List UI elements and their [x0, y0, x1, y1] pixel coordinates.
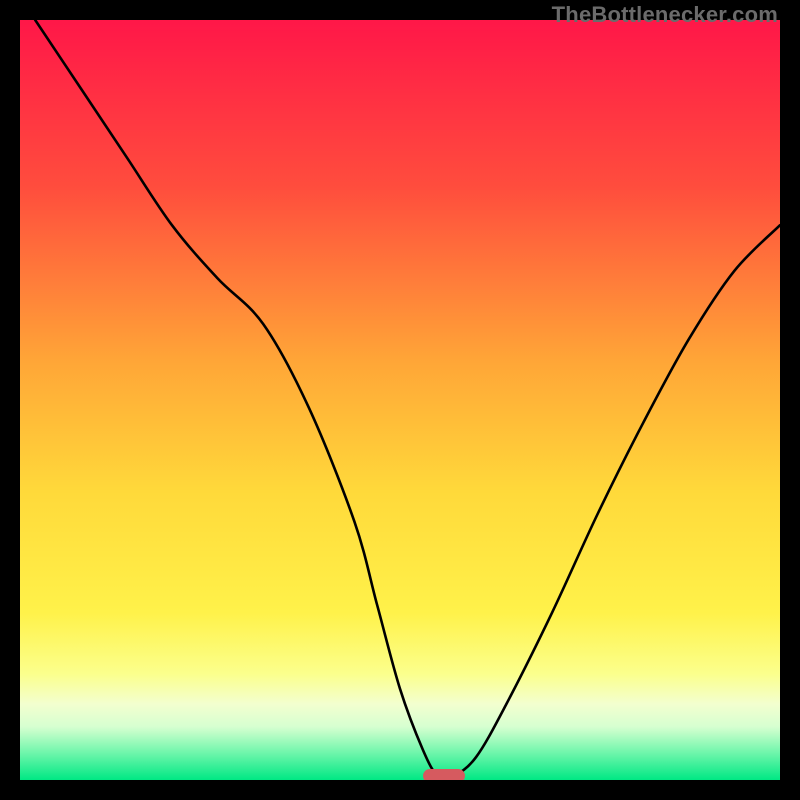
curve-layer: [20, 20, 780, 780]
optimal-marker: [423, 769, 465, 780]
bottleneck-curve: [35, 20, 780, 779]
watermark-text: TheBottlenecker.com: [552, 2, 778, 28]
chart-frame: TheBottlenecker.com: [0, 0, 800, 800]
plot-area: [20, 20, 780, 780]
